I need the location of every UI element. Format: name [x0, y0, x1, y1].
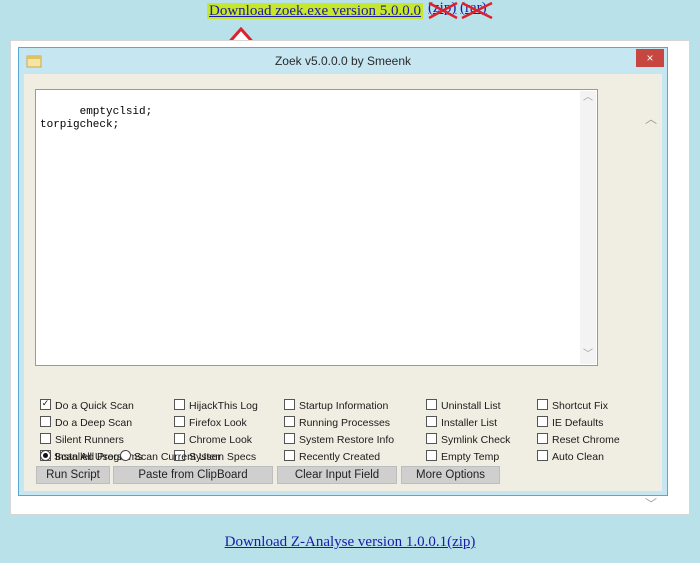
- checkbox-box[interactable]: [426, 416, 437, 427]
- checkbox-uninstall-list[interactable]: Uninstall List: [426, 399, 501, 413]
- checkbox-box[interactable]: [284, 450, 295, 461]
- script-input[interactable]: emptyclsid; torpigcheck; ︿ ﹀: [35, 89, 598, 366]
- more-options-button[interactable]: More Options: [401, 466, 500, 484]
- paste-clipboard-button[interactable]: Paste from ClipBoard: [113, 466, 273, 484]
- input-scrollbar[interactable]: ︿ ﹀: [580, 91, 596, 364]
- window-scrollbar[interactable]: ︿ ﹀: [643, 113, 659, 510]
- checkbox-box[interactable]: [284, 416, 295, 427]
- checkbox-do-a-quick-scan[interactable]: Do a Quick Scan: [40, 399, 134, 413]
- checkbox-box[interactable]: [40, 416, 51, 427]
- checkbox-system-restore-info[interactable]: System Restore Info: [284, 433, 394, 447]
- chevron-up-icon[interactable]: ︿: [583, 94, 593, 104]
- checkbox-box[interactable]: [537, 399, 548, 410]
- top-download-area: Download zoek.exe version 5.0.0.0: [207, 3, 424, 23]
- radio-dot[interactable]: [120, 450, 131, 461]
- checkbox-box[interactable]: [174, 416, 185, 427]
- checkbox-label: Auto Clean: [552, 451, 604, 463]
- checkbox-label: Silent Runners: [55, 434, 124, 446]
- checkbox-do-a-deep-scan[interactable]: Do a Deep Scan: [40, 416, 132, 430]
- checkbox-box[interactable]: [537, 450, 548, 461]
- checkbox-label: Installer List: [441, 417, 498, 429]
- checkbox-ie-defaults[interactable]: IE Defaults: [537, 416, 603, 430]
- checkbox-installer-list[interactable]: Installer List: [426, 416, 497, 430]
- window-client-area: emptyclsid; torpigcheck; ︿ ﹀ ︿ ﹀ Do a Qu…: [24, 74, 662, 510]
- cross-out-icon: [461, 1, 493, 20]
- radio-scan-all-users[interactable]: Scan All Users: [40, 450, 122, 464]
- checkbox-empty-temp[interactable]: Empty Temp: [426, 450, 499, 464]
- checkbox-label: Recently Created: [299, 451, 381, 463]
- checkbox-box[interactable]: [426, 450, 437, 461]
- checkbox-shortcut-fix[interactable]: Shortcut Fix: [537, 399, 608, 413]
- title-bar[interactable]: Zoek v5.0.0.0 by Smeenk ×: [19, 48, 667, 74]
- checkbox-startup-information[interactable]: Startup Information: [284, 399, 388, 413]
- checkbox-box[interactable]: [40, 399, 51, 410]
- checkbox-symlink-check[interactable]: Symlink Check: [426, 433, 510, 447]
- radio-label: Scan All Users: [54, 451, 123, 463]
- checkbox-label: Uninstall List: [441, 400, 501, 412]
- radio-scan-current-user[interactable]: Scan Current User: [120, 450, 221, 464]
- checkbox-firefox-look[interactable]: Firefox Look: [174, 416, 247, 430]
- checkbox-box[interactable]: [426, 399, 437, 410]
- download-zoek-link[interactable]: Download zoek.exe version 5.0.0.0: [207, 3, 424, 19]
- checkbox-label: Startup Information: [299, 400, 389, 412]
- checkbox-box[interactable]: [40, 433, 51, 444]
- checkbox-label: Firefox Look: [189, 417, 247, 429]
- checkbox-label: Reset Chrome: [552, 434, 620, 446]
- checkbox-chrome-look[interactable]: Chrome Look: [174, 433, 252, 447]
- checkbox-label: Empty Temp: [441, 451, 500, 463]
- clear-input-button[interactable]: Clear Input Field: [277, 466, 397, 484]
- run-script-button[interactable]: Run Script: [36, 466, 110, 484]
- checkbox-label: Do a Deep Scan: [55, 417, 133, 429]
- cross-out-icon: [428, 1, 458, 20]
- checkbox-box[interactable]: [537, 416, 548, 427]
- checkbox-box[interactable]: [284, 399, 295, 410]
- checkbox-recently-created[interactable]: Recently Created: [284, 450, 380, 464]
- bottom-link-row: Download Z-Analyse version 1.0.0.1(zip): [0, 534, 700, 551]
- chevron-down-icon[interactable]: ﹀: [645, 498, 657, 510]
- chevron-down-icon[interactable]: ﹀: [583, 351, 593, 361]
- checkbox-box[interactable]: [174, 433, 185, 444]
- checkbox-reset-chrome[interactable]: Reset Chrome: [537, 433, 620, 447]
- checkbox-label: Symlink Check: [441, 434, 511, 446]
- checkbox-box[interactable]: [284, 433, 295, 444]
- script-text: emptyclsid; torpigcheck;: [40, 106, 153, 131]
- checkbox-hijackthis-log[interactable]: HijackThis Log: [174, 399, 258, 413]
- checkbox-label: Running Processes: [299, 417, 391, 429]
- checkbox-auto-clean[interactable]: Auto Clean: [537, 450, 604, 464]
- checkbox-label: Shortcut Fix: [552, 400, 609, 412]
- checkbox-box[interactable]: [537, 433, 548, 444]
- checkbox-label: Do a Quick Scan: [55, 400, 134, 412]
- checkbox-label: IE Defaults: [552, 417, 604, 429]
- window-title: Zoek v5.0.0.0 by Smeenk: [274, 54, 412, 68]
- checkbox-label: Chrome Look: [189, 434, 253, 446]
- checkbox-running-processes[interactable]: Running Processes: [284, 416, 390, 430]
- radio-label: Scan Current User: [134, 451, 221, 463]
- checkbox-label: System Restore Info: [299, 434, 395, 446]
- close-button[interactable]: ×: [636, 49, 664, 67]
- download-z-analyse-link[interactable]: Download Z-Analyse version 1.0.0.1(zip): [225, 534, 476, 550]
- zoek-window: Zoek v5.0.0.0 by Smeenk × emptyclsid; to…: [18, 47, 668, 510]
- checkbox-silent-runners[interactable]: Silent Runners: [40, 433, 124, 447]
- chevron-up-icon[interactable]: ︿: [645, 113, 657, 125]
- checkbox-box[interactable]: [174, 399, 185, 410]
- radio-dot[interactable]: [40, 450, 51, 461]
- checkbox-box[interactable]: [426, 433, 437, 444]
- checkbox-label: HijackThis Log: [189, 400, 258, 412]
